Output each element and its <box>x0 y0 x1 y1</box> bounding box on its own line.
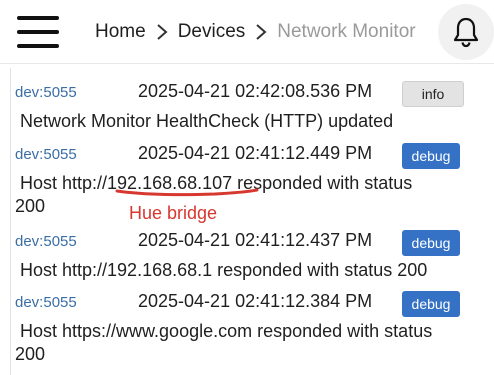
log-message: Network Monitor HealthCheck (HTTP) updat… <box>20 111 394 131</box>
log-source-link[interactable]: dev:5055 <box>15 84 77 101</box>
annotation-underline <box>115 188 259 197</box>
log-message: Host https://www.google.com responded wi… <box>15 321 433 364</box>
log-level-badge: info <box>402 81 464 107</box>
menu-bar-bottom <box>17 44 59 48</box>
chevron-right-icon <box>245 23 277 41</box>
menu-bar-top <box>17 16 59 20</box>
top-bar: Home Devices Network Monitor <box>0 0 494 64</box>
breadcrumb-devices[interactable]: Devices <box>178 21 246 43</box>
log-timestamp: 2025-04-21 02:41:12.449 PM <box>138 143 373 163</box>
log-list[interactable]: dev:5055 2025-04-21 02:42:08.536 PM info… <box>10 68 494 375</box>
menu-bar-middle <box>17 30 59 34</box>
log-source-link[interactable]: dev:5055 <box>15 146 77 163</box>
breadcrumb-network-monitor: Network Monitor <box>277 21 416 42</box>
app-root: Home Devices Network Monitor dev:5055 20… <box>0 0 494 375</box>
log-level-badge: debug <box>402 143 460 169</box>
annotation-label: Hue bridge <box>129 203 218 223</box>
hamburger-menu-icon[interactable] <box>16 14 60 50</box>
log-level-badge: debug <box>402 291 460 317</box>
log-timestamp: 2025-04-21 02:41:12.384 PM <box>138 291 373 311</box>
log-source-link[interactable]: dev:5055 <box>15 233 77 250</box>
breadcrumb-home[interactable]: Home <box>95 21 146 43</box>
notifications-button[interactable] <box>438 4 494 60</box>
log-level-badge: debug <box>402 230 460 256</box>
bell-icon <box>453 17 479 48</box>
log-message: Host http://192.168.68.1 responded with … <box>20 260 428 280</box>
chevron-right-icon <box>146 23 178 41</box>
breadcrumb: Home Devices Network Monitor <box>95 0 416 64</box>
log-timestamp: 2025-04-21 02:41:12.437 PM <box>138 230 373 250</box>
log-source-link[interactable]: dev:5055 <box>15 294 77 311</box>
log-timestamp: 2025-04-21 02:42:08.536 PM <box>138 81 373 101</box>
